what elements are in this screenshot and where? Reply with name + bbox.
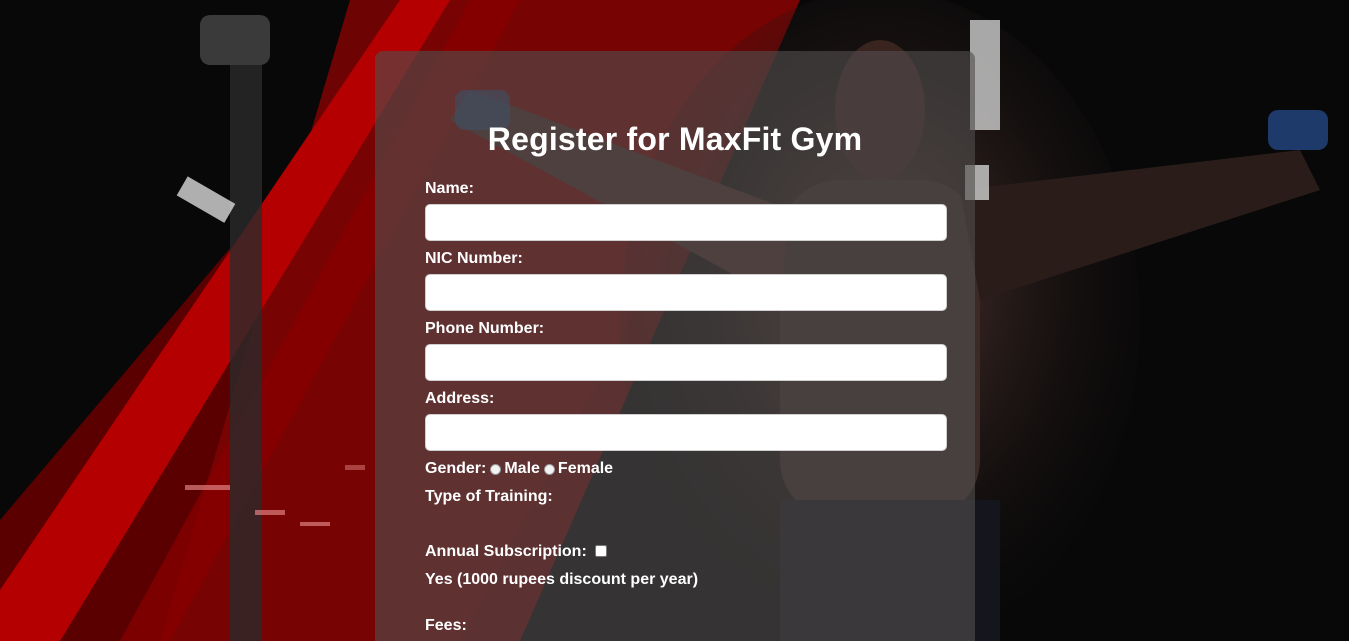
- page-background: Register for MaxFit Gym Name: NIC Number…: [0, 0, 1349, 641]
- annual-subscription-checkbox[interactable]: [595, 545, 607, 557]
- registration-form: Register for MaxFit Gym Name: NIC Number…: [375, 51, 975, 641]
- name-label: Name:: [425, 180, 474, 197]
- address-input[interactable]: [425, 414, 947, 451]
- gender-row: Gender: Male Female: [425, 460, 613, 478]
- male-radio[interactable]: [490, 463, 502, 475]
- form-title: Register for MaxFit Gym: [487, 121, 863, 157]
- phone-number-label: Phone Number:: [425, 320, 545, 337]
- nic-number-label: NIC Number:: [425, 250, 523, 267]
- gender-label: Gender:: [425, 460, 487, 477]
- female-radio[interactable]: [543, 463, 555, 475]
- address-label: Address:: [425, 390, 495, 407]
- subscription-note: Yes (1000 rupees discount per year): [425, 571, 699, 588]
- nic-number-input[interactable]: [425, 274, 947, 311]
- training-type-label: Type of Training:: [425, 488, 553, 505]
- name-input[interactable]: [425, 204, 947, 241]
- annual-subscription-label: Annual Subscription:: [425, 543, 587, 560]
- fees-label: Fees:: [425, 617, 467, 634]
- phone-number-input[interactable]: [425, 344, 947, 381]
- female-radio-label: Female: [557, 460, 614, 477]
- male-radio-label: Male: [504, 460, 540, 477]
